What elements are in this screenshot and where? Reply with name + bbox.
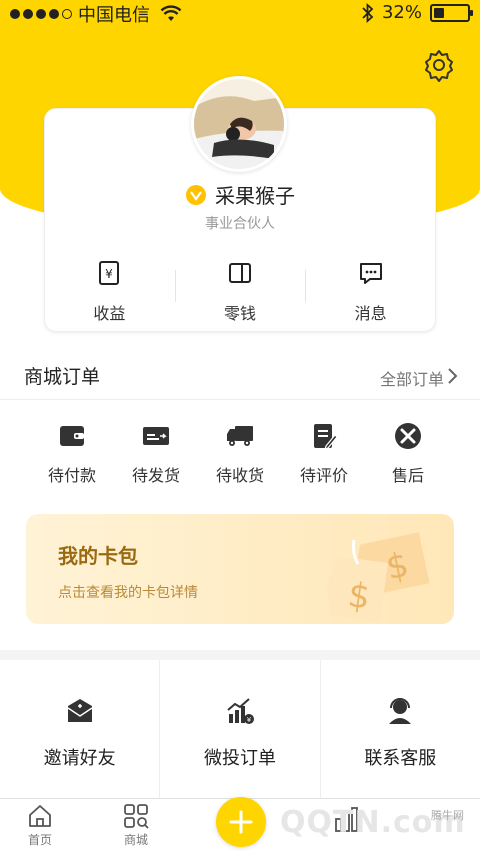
pending-payment-label: 待付款 [47,466,96,485]
message-icon [359,263,382,284]
card-bag-title: 我的卡包 [58,544,138,568]
tab-mall[interactable]: 商城 [106,803,166,848]
tab-home[interactable]: 首页 [10,803,70,848]
status-bar: 中国电信 32% [0,0,480,28]
truck-icon [227,426,253,446]
card-actions: ¥ 收益 零钱 消息 [44,260,436,324]
svg-text:¥: ¥ [247,716,252,724]
all-orders-link[interactable]: 全部订单 [380,366,444,390]
chevron-right-icon[interactable] [446,366,460,386]
tab-home-label: 首页 [27,833,52,847]
home-icon [29,805,51,827]
pending-payment-button[interactable]: 待付款 [30,422,114,486]
income-button[interactable]: ¥ 收益 [44,260,175,324]
after-sales-button[interactable]: 售后 [366,422,450,486]
investment-chart-icon: ¥ [227,698,254,724]
watermark-sub: 腾牛网 [431,809,464,822]
invite-mail-icon [67,699,93,722]
message-button[interactable]: 消息 [305,260,436,324]
feature-grid: 邀请好友 ¥ 微投订单 联系客服 [0,660,480,798]
wallet-icon [229,263,251,283]
svg-text:¥: ¥ [106,267,114,281]
battery-percent: 32% [381,2,422,23]
price-tags-icon: $ $ [326,532,430,623]
card-bag-subtitle: 点击查看我的卡包详情 [58,585,198,601]
bluetooth-icon [362,2,374,23]
income-icon: ¥ [99,261,120,285]
wallet-pay-icon [60,426,84,446]
pending-receipt-button[interactable]: 待收货 [198,422,282,486]
customer-service-icon [389,698,412,724]
pending-receipt-label: 待收货 [215,466,264,485]
change-button[interactable]: 零钱 [174,260,306,324]
add-button[interactable] [216,797,266,847]
avatar-photo [194,79,284,169]
message-label: 消息 [354,304,387,323]
card-bag-banner[interactable]: 我的卡包 点击查看我的卡包详情 $ $ [26,514,454,624]
pending-review-label: 待评价 [299,466,348,485]
card-ship-icon [143,427,169,445]
income-label: 收益 [93,304,126,323]
mall-icon [124,804,149,829]
bottom-tab-bar: 首页 商城 QQTN.com 腾牛网 [0,797,480,854]
pending-shipment-button[interactable]: 待发货 [114,422,198,486]
pending-review-button[interactable]: 待评价 [282,422,366,486]
profile-name: 采果猴子 [215,184,295,208]
order-status-row: 待付款 待发货 待收货 待评价 售后 [0,422,480,486]
customer-service-button[interactable]: 联系客服 [319,660,480,798]
settings-gear-icon[interactable] [422,48,456,82]
edit-review-icon [314,424,338,450]
change-label: 零钱 [224,304,257,323]
mall-orders-title: 商城订单 [24,366,101,388]
avatar[interactable] [191,76,287,172]
pending-shipment-label: 待发货 [131,466,180,485]
mall-orders-header: 商城订单 全部订单 [0,360,480,400]
plus-icon [229,810,253,834]
after-sales-label: 售后 [391,466,424,485]
profile-role: 事业合伙人 [205,216,275,232]
tools-icon [395,423,421,449]
orders-panel: 待付款 待发货 待收货 待评价 售后 我的卡包 点击查看我的卡包详情 $ $ [0,400,480,650]
invite-friends-button[interactable]: 邀请好友 [0,660,159,798]
customer-service-label: 联系客服 [364,748,437,769]
investment-orders-label: 微投订单 [203,748,276,769]
signal-icon [10,9,72,19]
investment-orders-button[interactable]: ¥ 微投订单 [159,660,319,798]
wifi-icon [160,5,182,21]
invite-friends-label: 邀请好友 [43,748,116,769]
profile-name-row: 采果猴子 [0,180,480,209]
carrier-label: 中国电信 [78,5,150,26]
vip-badge-icon [186,184,206,205]
tab-mall-label: 商城 [123,833,148,847]
battery-icon [430,3,473,22]
